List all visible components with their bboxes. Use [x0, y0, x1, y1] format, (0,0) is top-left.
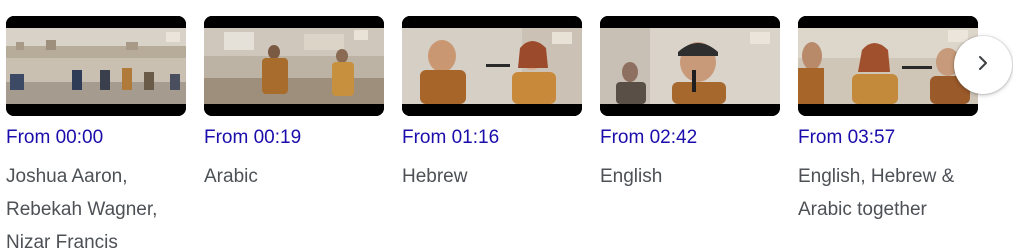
caption-line: Rebekah Wagner, — [6, 199, 158, 220]
moment-caption: English — [600, 160, 780, 193]
caption-line: Joshua Aaron, — [6, 166, 128, 187]
timestamp-link[interactable]: From 00:19 — [204, 126, 384, 150]
timestamp-link[interactable]: From 01:16 — [402, 126, 582, 150]
caption-line: English, Hebrew & — [798, 166, 955, 187]
video-thumbnail[interactable] — [204, 16, 384, 116]
timestamp-link[interactable]: From 02:42 — [600, 126, 780, 150]
carousel-next-button[interactable] — [954, 36, 1012, 94]
key-moment-card[interactable]: From 00:19 Arabic — [204, 16, 384, 193]
key-moments-carousel: From 00:00 Joshua Aaron, Rebekah Wagner,… — [0, 0, 1013, 250]
moment-caption: Hebrew — [402, 160, 582, 193]
moment-caption: Arabic — [204, 160, 384, 193]
chevron-right-icon — [973, 53, 993, 78]
video-thumbnail[interactable] — [402, 16, 582, 116]
timestamp-link[interactable]: From 03:57 — [798, 126, 978, 150]
key-moment-card[interactable]: From 03:57 English, Hebrew & Arabic toge… — [798, 16, 978, 226]
caption-line: English — [600, 166, 663, 187]
key-moment-card[interactable]: From 00:00 Joshua Aaron, Rebekah Wagner,… — [6, 16, 186, 250]
moment-caption: English, Hebrew & Arabic together — [798, 160, 978, 226]
video-thumbnail[interactable] — [798, 16, 978, 116]
timestamp-link[interactable]: From 00:00 — [6, 126, 186, 150]
video-thumbnail[interactable] — [6, 16, 186, 116]
video-thumbnail[interactable] — [600, 16, 780, 116]
caption-line: Arabic together — [798, 199, 927, 220]
caption-line: Arabic — [204, 166, 258, 187]
caption-line: Hebrew — [402, 166, 468, 187]
key-moment-card[interactable]: From 02:42 English — [600, 16, 780, 193]
caption-line: Nizar Francis — [6, 232, 118, 250]
moment-caption: Joshua Aaron, Rebekah Wagner, Nizar Fran… — [6, 160, 186, 250]
key-moment-card[interactable]: From 01:16 Hebrew — [402, 16, 582, 193]
